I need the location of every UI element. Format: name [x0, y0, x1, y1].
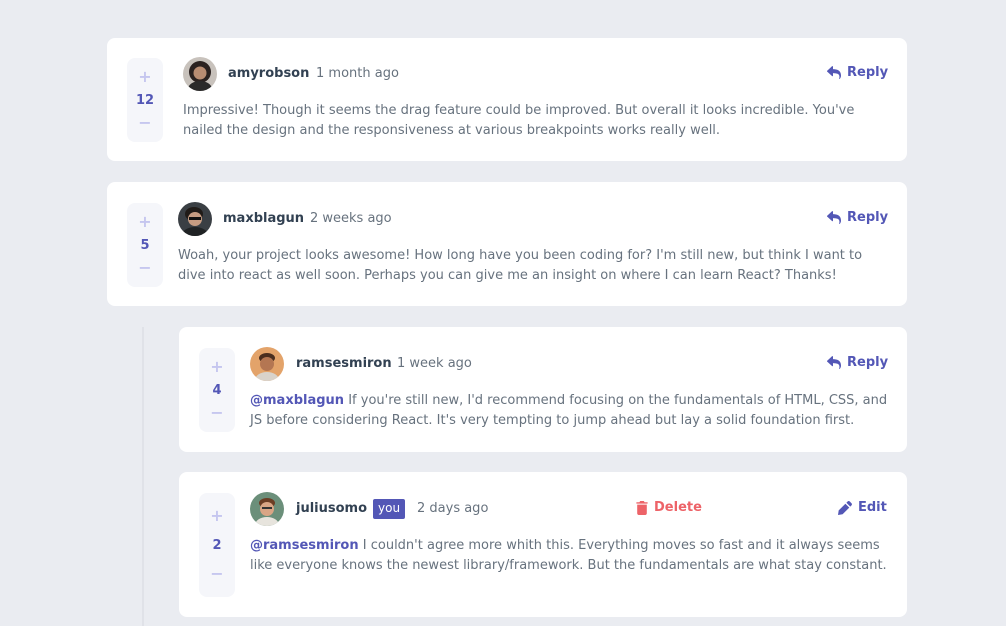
trash-icon [636, 500, 648, 515]
avatar [250, 492, 284, 526]
comment-text: Impressive! Though it seems the drag fea… [183, 103, 855, 138]
upvote-button[interactable]: + [138, 68, 151, 86]
comment-time: 2 weeks ago [310, 211, 392, 226]
reply-arrow-icon [827, 356, 841, 369]
comment-text: @maxblagun If you're still new, I'd reco… [250, 391, 890, 431]
comment-text: Woah, your project looks awesome! How lo… [178, 248, 863, 283]
vote-score: 12 [135, 92, 155, 108]
edit-label: Edit [858, 500, 887, 515]
downvote-button[interactable]: − [210, 404, 223, 422]
downvote-button[interactable]: − [210, 565, 223, 583]
upvote-button[interactable]: + [138, 213, 151, 231]
downvote-button[interactable]: − [138, 114, 151, 132]
comment-username[interactable]: juliusomo [296, 501, 367, 516]
reply-label: Reply [847, 65, 889, 80]
mention-link[interactable]: @ramsesmiron [250, 538, 359, 553]
reply-button[interactable]: Reply [827, 210, 888, 225]
reply-thread-line [142, 327, 144, 626]
vote-score: 4 [212, 382, 222, 398]
reply-arrow-icon [827, 66, 841, 79]
delete-label: Delete [654, 500, 702, 515]
vote-score: 2 [212, 537, 222, 553]
downvote-button[interactable]: − [138, 259, 151, 277]
comment-card: + 12 − amyrobson 1 month ago Reply Impre… [107, 38, 907, 161]
vote-control: + 5 − [127, 203, 163, 287]
mention-link[interactable]: @maxblagun [250, 393, 344, 408]
edit-button[interactable]: Edit [838, 500, 887, 515]
reply-label: Reply [847, 210, 889, 225]
pencil-icon [838, 500, 852, 515]
reply-arrow-icon [827, 211, 841, 224]
reply-label: Reply [847, 355, 889, 370]
avatar [250, 347, 284, 381]
vote-control: + 4 − [199, 348, 235, 432]
avatar [183, 57, 217, 91]
comment-card: + 5 − maxblagun 2 weeks ago Reply Woah, … [107, 182, 907, 306]
comment-time: 2 days ago [417, 501, 489, 516]
delete-button[interactable]: Delete [636, 500, 702, 515]
avatar [178, 202, 212, 236]
comment-body: If you're still new, I'd recommend focus… [250, 393, 888, 428]
comment-username[interactable]: amyrobson [228, 66, 309, 81]
you-badge: you [373, 499, 406, 519]
upvote-button[interactable]: + [210, 358, 223, 376]
comment-time: 1 week ago [397, 356, 472, 371]
vote-control: + 12 − [127, 58, 163, 142]
comment-text: @ramsesmiron I couldn't agree more whith… [250, 536, 890, 576]
reply-button[interactable]: Reply [827, 65, 888, 80]
reply-card: + 2 − juliusomo you 2 days ago Delete Ed… [179, 472, 907, 617]
vote-score: 5 [140, 237, 150, 253]
reply-button[interactable]: Reply [827, 355, 888, 370]
reply-card: + 4 − ramsesmiron 1 week ago Reply @maxb… [179, 327, 907, 452]
comment-username[interactable]: maxblagun [223, 211, 304, 226]
vote-control: + 2 − [199, 493, 235, 597]
comment-time: 1 month ago [316, 66, 399, 81]
comment-username[interactable]: ramsesmiron [296, 356, 392, 371]
upvote-button[interactable]: + [210, 507, 223, 525]
